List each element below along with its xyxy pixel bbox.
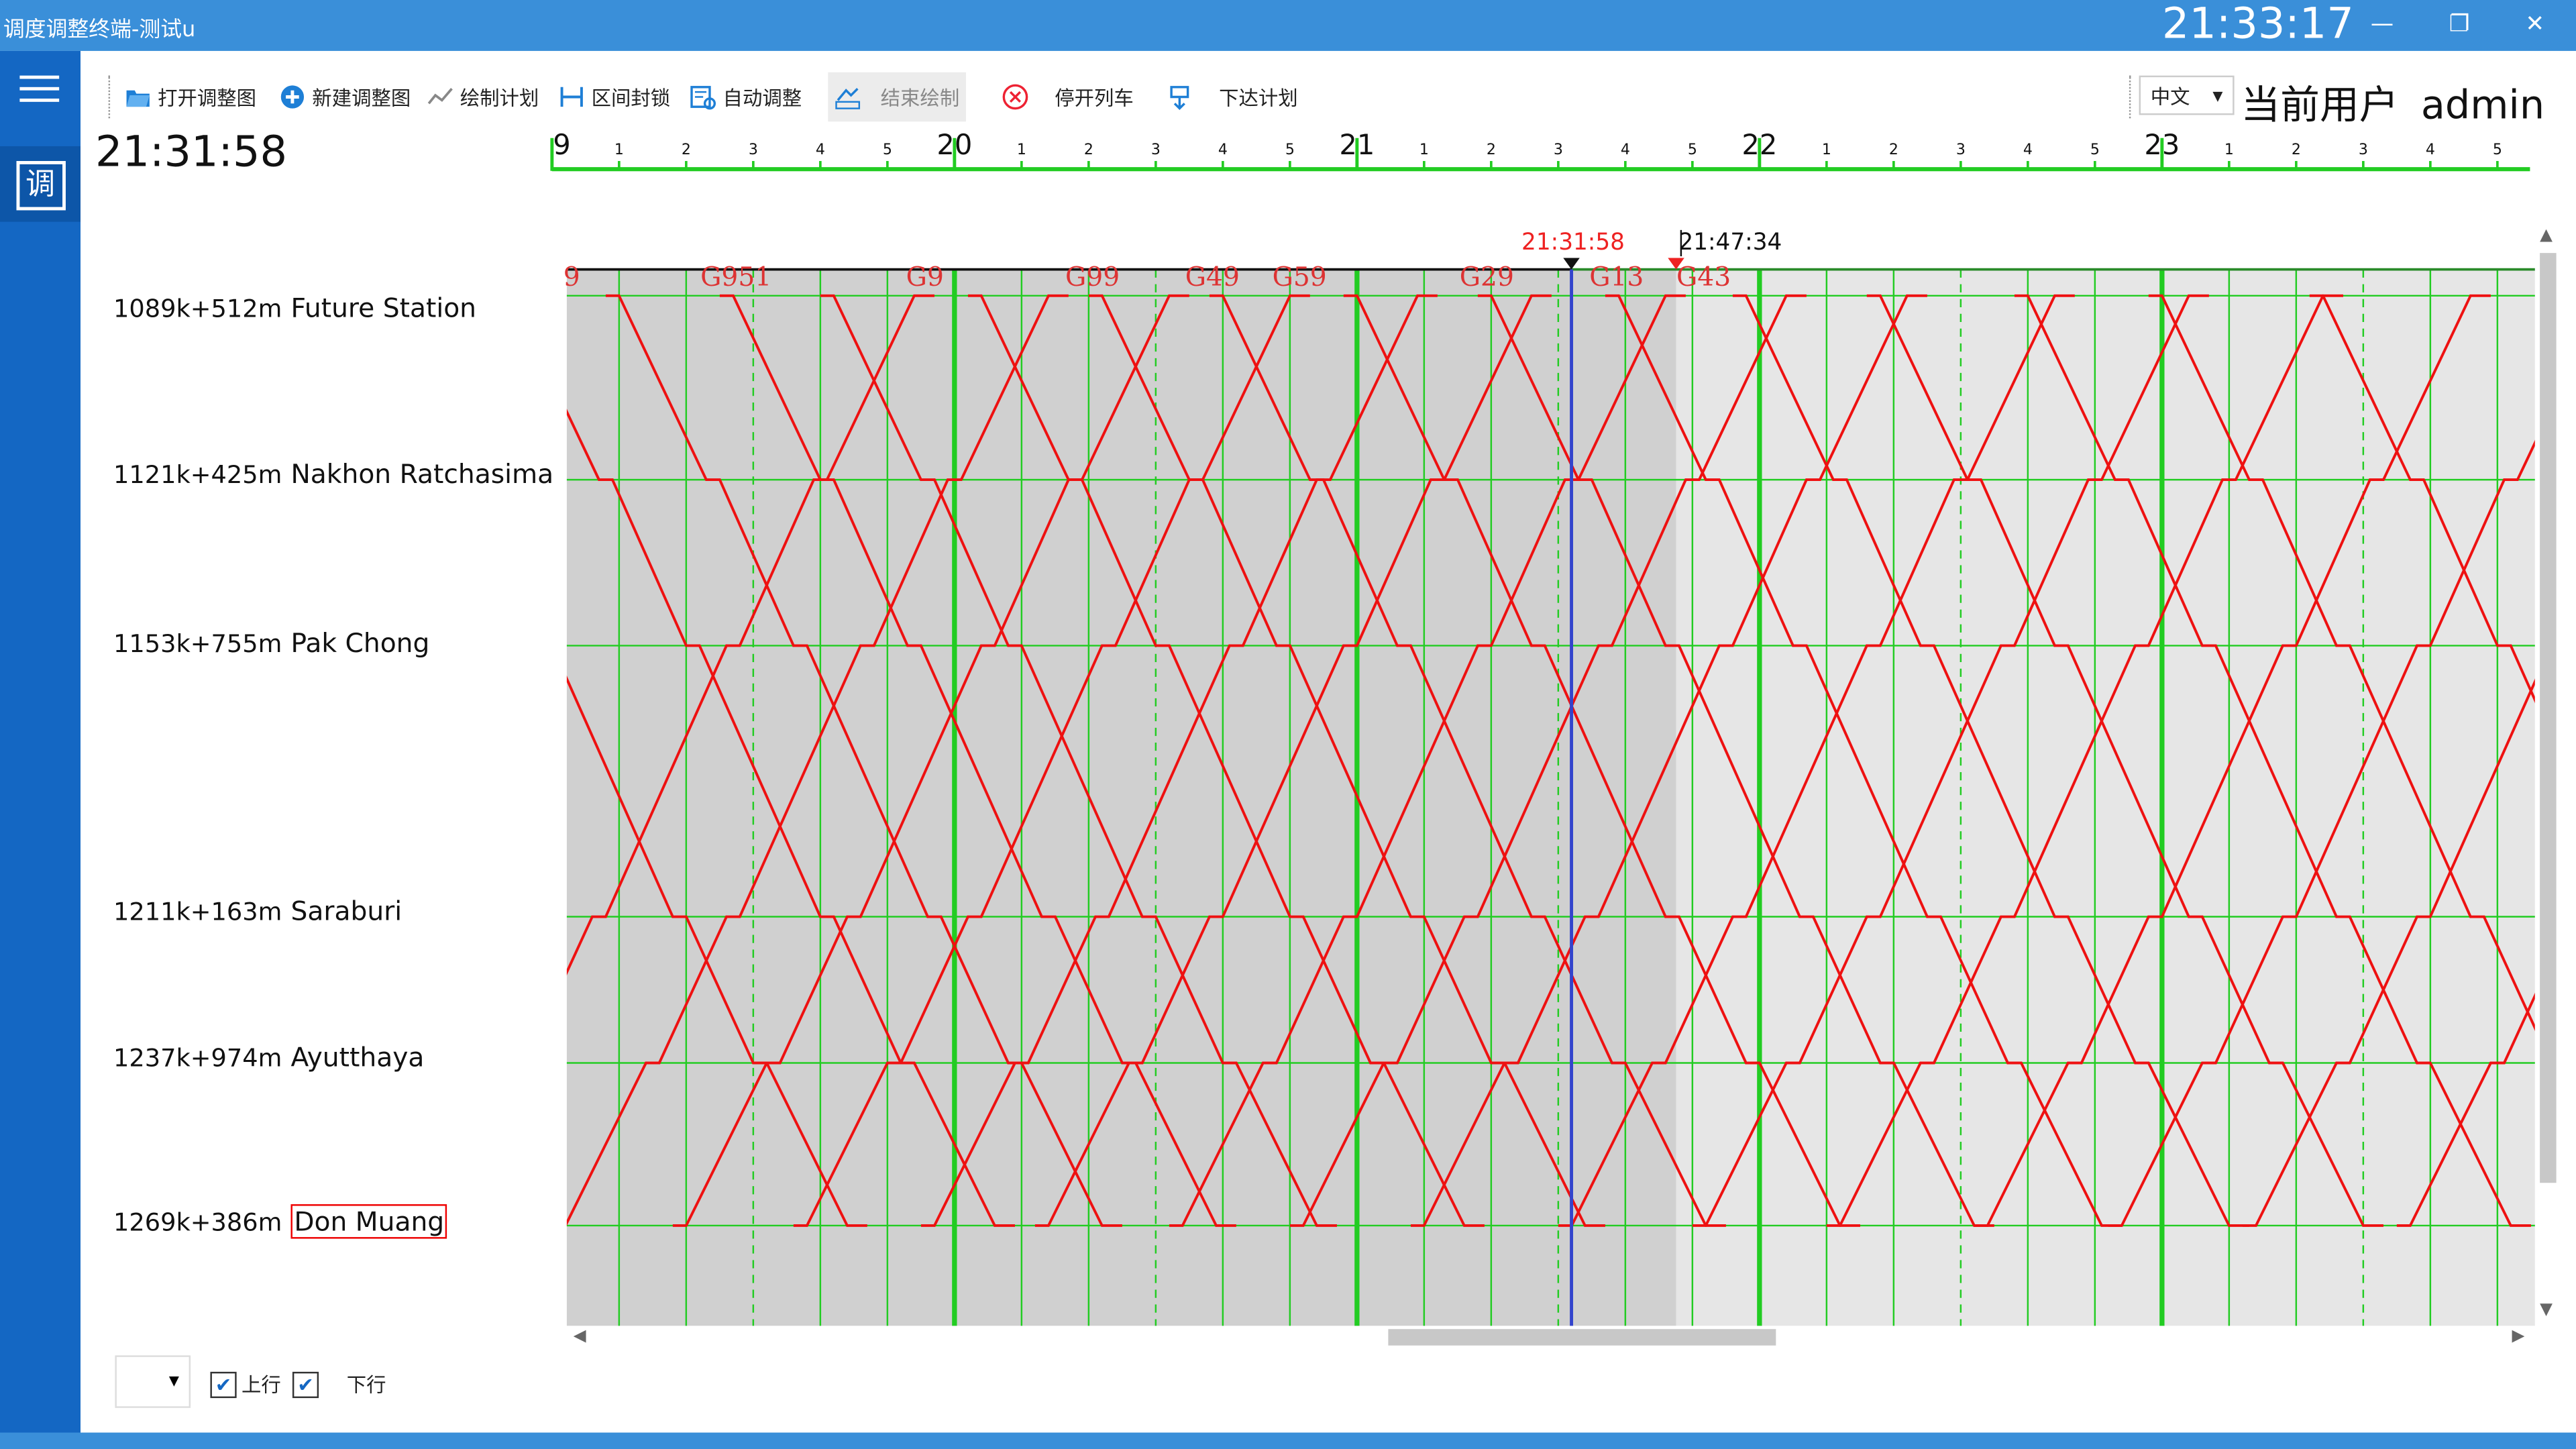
time-axis-minor-label: 5 [883,142,892,158]
time-axis-hour-label: 20 [936,128,972,161]
time-axis-minor-label: 3 [1956,142,1966,158]
time-axis-minor-label: 1 [614,142,624,158]
vertical-scrollbar[interactable]: ▲ ▼ [2540,227,2557,1326]
scroll-up-icon[interactable]: ▲ [2540,227,2553,245]
train-name-label: G49 [1185,262,1240,292]
now-marker-label: 21:31:58 [1521,229,1625,256]
scroll-left-icon[interactable]: ◀ [574,1328,586,1346]
time-axis-hour-label: 23 [2144,128,2180,161]
time-axis-minor-label: 4 [2426,142,2435,158]
horizontal-scroll-thumb[interactable] [1388,1329,1776,1346]
past-region [566,269,1676,1326]
check-icon: ✔ [210,1371,237,1397]
time-axis-minor-label: 3 [749,142,758,158]
up-direction-checkbox[interactable]: ✔ 上行 [210,1370,281,1398]
filter-combo[interactable]: ▼ [115,1355,191,1408]
time-axis-minor-label: 2 [1487,142,1496,158]
time-axis-minor-label: 3 [2359,142,2368,158]
time-axis-minor-label: 3 [1151,142,1161,158]
time-axis-minor-label: 4 [2023,142,2033,158]
time-axis-hour-label: 9 [553,128,570,161]
horizontal-scrollbar[interactable]: ◀ ▶ [567,1328,2530,1347]
train-name-label: G29 [1460,262,1514,292]
time-axis-minor-label: 3 [1554,142,1563,158]
time-axis-minor-label: 1 [1822,142,1831,158]
chevron-down-icon: ▼ [168,1373,179,1389]
train-name-label: G9 [906,262,944,292]
time-axis-minor-label: 2 [682,142,691,158]
time-axis-minor-label: 1 [2224,142,2234,158]
train-name-label: G951 [700,262,771,292]
vertical-scroll-thumb[interactable] [2540,253,2557,1183]
time-axis-minor-label: 4 [1218,142,1228,158]
time-axis-minor-label: 2 [2292,142,2301,158]
time-axis-minor-label: 5 [1285,142,1295,158]
time-axis-minor-label: 4 [816,142,825,158]
scroll-down-icon[interactable]: ▼ [2540,1301,2553,1320]
time-axis-minor-label: 5 [1688,142,1697,158]
down-direction-checkbox[interactable]: ✔ 下行 [292,1370,386,1398]
check-icon: ✔ [292,1371,319,1397]
time-axis-minor-label: 5 [2090,142,2100,158]
train-diagram[interactable]: 9 1 2 3 4 5 20 1 2 3 4 5 21 1 2 3 4 5 22 1 2 3 4 5 23 1 2 3 4 59 G951 G… [0,0,2576,1449]
time-axis-hour-label: 21 [1339,128,1375,161]
time-axis-hour-label: 22 [1741,128,1777,161]
train-name-label: G43 [1676,262,1731,292]
train-name-label: G99 [1065,262,1120,292]
down-direction-label: 下行 [346,1373,386,1397]
time-axis-minor-label: 1 [1419,142,1429,158]
train-name-label: 9 [564,262,580,292]
time-axis-minor-label: 2 [1084,142,1093,158]
time-axis-minor-label: 5 [2493,142,2502,158]
time-axis-minor-label: 2 [1889,142,1898,158]
scroll-right-icon[interactable]: ▶ [2512,1328,2524,1346]
time-axis-minor-label: 1 [1017,142,1026,158]
future-region [1676,269,2535,1326]
train-name-label: G13 [1589,262,1644,292]
status-bar [0,1432,2576,1449]
cursor-time-label: 21:47:34 [1678,229,1782,256]
current-time-marker-icon [1563,258,1580,270]
time-axis-minor-label: 4 [1621,142,1630,158]
train-name-label: G59 [1273,262,1327,292]
up-direction-label: 上行 [241,1373,281,1397]
